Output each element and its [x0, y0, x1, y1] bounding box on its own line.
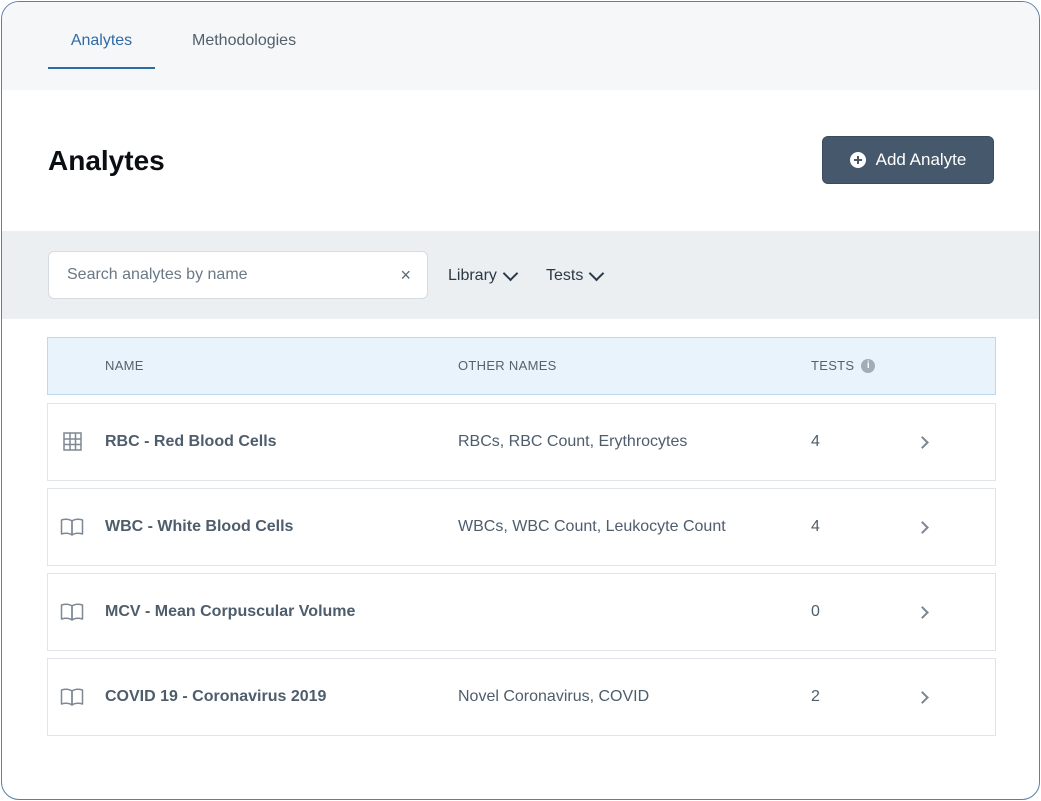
analyte-name: WBC - White Blood Cells — [105, 518, 294, 535]
chevron-right-icon — [916, 436, 929, 449]
filter-bar: × Library Tests — [2, 231, 1039, 319]
chevron-right-icon — [916, 606, 929, 619]
table-row[interactable]: RBC - Red Blood Cells RBCs, RBC Count, E… — [47, 403, 996, 481]
clear-search-icon[interactable]: × — [400, 264, 411, 286]
table-row[interactable]: MCV - Mean Corpuscular Volume 0 — [47, 573, 996, 651]
tests-dropdown-label: Tests — [546, 267, 584, 284]
book-icon — [60, 603, 84, 621]
analyte-name: RBC - Red Blood Cells — [105, 433, 277, 450]
analyte-tests-count: 4 — [811, 433, 820, 450]
analyte-name: MCV - Mean Corpuscular Volume — [105, 603, 356, 620]
chevron-right-icon — [916, 521, 929, 534]
chevron-right-icon — [916, 691, 929, 704]
app-window: Analytes Methodologies Analytes Add Anal… — [1, 1, 1040, 800]
tests-dropdown[interactable]: Tests — [546, 265, 605, 285]
analyte-other-names: Novel Coronavirus, COVID — [458, 688, 650, 705]
add-analyte-button[interactable]: Add Analyte — [822, 136, 994, 184]
column-header-tests[interactable]: TESTS i — [811, 358, 876, 373]
info-icon[interactable]: i — [861, 358, 876, 373]
column-header-other-names[interactable]: OTHER NAMES — [458, 358, 557, 373]
table-row[interactable]: WBC - White Blood Cells WBCs, WBC Count,… — [47, 488, 996, 566]
book-icon — [60, 518, 84, 536]
analyte-other-names: RBCs, RBC Count, Erythrocytes — [458, 433, 688, 450]
analyte-tests-count: 4 — [811, 518, 820, 535]
chevron-down-icon — [589, 265, 605, 281]
analyte-name: COVID 19 - Coronavirus 2019 — [105, 688, 327, 705]
analyte-tests-count: 2 — [811, 688, 820, 705]
library-dropdown-label: Library — [448, 267, 497, 284]
plus-circle-icon — [849, 152, 866, 168]
analyte-tests-count: 0 — [811, 603, 820, 620]
add-analyte-label: Add Analyte — [875, 150, 967, 169]
tab-bar: Analytes Methodologies — [2, 2, 1039, 90]
tab-analytes[interactable]: Analytes — [48, 32, 155, 69]
search-box: × — [48, 251, 428, 299]
column-header-tests-label: TESTS — [811, 358, 855, 373]
page-title: Analytes — [48, 145, 165, 176]
search-input[interactable] — [49, 252, 397, 298]
tab-methodologies[interactable]: Methodologies — [192, 32, 296, 50]
library-dropdown[interactable]: Library — [448, 265, 519, 285]
table-header: NAME OTHER NAMES TESTS i — [47, 337, 996, 395]
column-header-name[interactable]: NAME — [105, 358, 144, 373]
chevron-down-icon — [502, 265, 519, 281]
table-grid-icon — [63, 432, 82, 451]
analyte-other-names: WBCs, WBC Count, Leukocyte Count — [458, 518, 726, 535]
table-row[interactable]: COVID 19 - Coronavirus 2019 Novel Corona… — [47, 658, 996, 736]
book-icon — [60, 688, 84, 706]
